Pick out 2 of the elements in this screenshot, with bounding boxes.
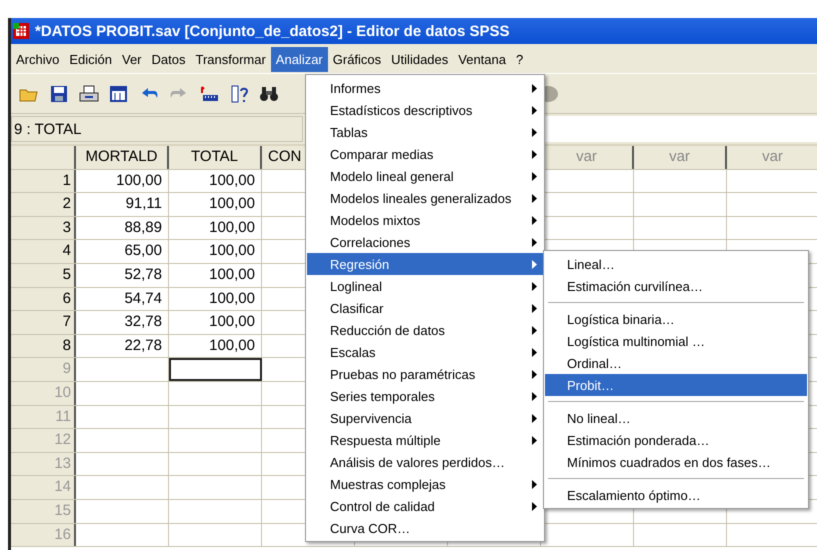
cell-reference: 9 : TOTAL — [11, 116, 303, 142]
window-title: *DATOS PROBIT.sav [Conjunto_de_datos2] - Editor de datos SPSS — [35, 22, 510, 40]
